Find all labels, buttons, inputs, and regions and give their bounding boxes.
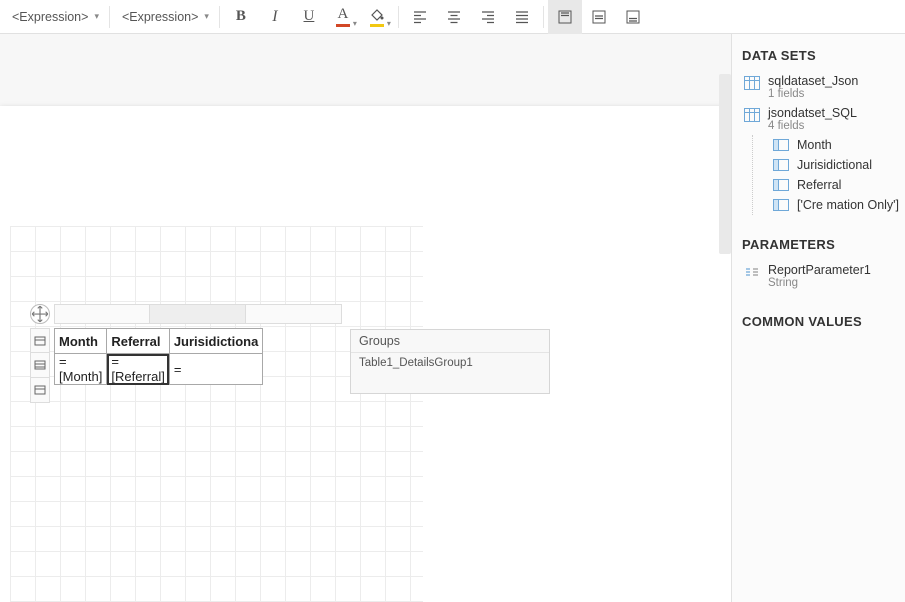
field-name: Month [797,138,832,152]
chevron-down-icon: ▾ [353,19,357,28]
column-selector[interactable] [246,304,342,324]
datasets-section-title: DATA SETS [742,48,897,63]
bold-icon: B [236,8,246,25]
move-handle[interactable] [30,304,50,324]
font-size-select[interactable]: <Expression> ▾ [114,4,215,30]
align-right-button[interactable] [471,0,505,34]
cell-expression: = [174,362,182,377]
design-canvas[interactable]: Month Referral Jurisidictiona =[Month] =… [0,34,731,602]
valign-top-icon [557,9,573,25]
field-name: Referral [797,178,841,192]
vertical-scrollbar[interactable] [719,74,731,254]
cell-expression: =[Referral] [111,354,164,384]
valign-middle-button[interactable] [582,0,616,34]
font-family-value: <Expression> [12,10,88,24]
underline-button[interactable]: U [292,0,326,34]
align-justify-button[interactable] [505,0,539,34]
data-cell[interactable]: =[Month] [55,354,107,385]
dataset-item[interactable]: sqldataset_Json 1 fields [742,71,897,103]
header-text: Referral [111,334,160,349]
parameter-item[interactable]: ReportParameter1 String [742,260,897,292]
align-justify-icon [514,9,530,25]
row-selector[interactable] [30,328,50,353]
field-item[interactable]: Referral [753,175,897,195]
header-cell[interactable]: Referral [107,329,169,354]
groups-panel: Groups Table1_DetailsGroup1 [350,329,550,394]
separator [543,6,544,28]
dataset-fieldcount: 1 fields [768,88,858,100]
report-table: Month Referral Jurisidictiona =[Month] =… [54,328,263,385]
right-sidebar: DATA SETS sqldataset_Json 1 fields jsond… [731,34,905,602]
font-family-select[interactable]: <Expression> ▾ [4,4,105,30]
align-center-icon [446,9,462,25]
align-right-icon [480,9,496,25]
move-icon [31,305,49,323]
field-icon [773,159,789,171]
italic-icon: I [272,8,277,26]
field-name: Jurisidictional [797,158,872,172]
chevron-down-icon: ▾ [94,11,99,22]
data-cell[interactable]: = [169,354,263,385]
underline-icon: U [304,8,315,25]
common-values-section-title: COMMON VALUES [742,314,897,329]
separator [398,6,399,28]
fill-color-icon [370,7,384,27]
dataset-name: sqldataset_Json [768,74,858,88]
column-selector[interactable] [54,304,150,324]
group-item[interactable]: Table1_DetailsGroup1 [359,357,541,369]
chevron-down-icon: ▾ [387,19,391,28]
header-cell[interactable]: Month [55,329,107,354]
parameter-name: ReportParameter1 [768,263,871,277]
formatting-toolbar: <Expression> ▾ <Expression> ▾ B I U A ▾ … [0,0,905,34]
parameters-section-title: PARAMETERS [742,237,897,252]
row-selectors [30,328,50,403]
header-text: Month [59,334,98,349]
separator [109,6,110,28]
valign-top-button[interactable] [548,0,582,34]
column-selectors [54,304,342,328]
font-size-value: <Expression> [122,10,198,24]
chevron-down-icon: ▾ [204,11,209,22]
valign-bottom-icon [625,9,641,25]
field-icon [773,199,789,211]
valign-bottom-button[interactable] [616,0,650,34]
fill-color-button[interactable]: ▾ [360,0,394,34]
cell-expression: =[Month] [59,354,102,384]
font-color-icon: A [336,6,350,27]
field-icon [773,139,789,151]
bold-button[interactable]: B [224,0,258,34]
separator [219,6,220,28]
dataset-fieldcount: 4 fields [768,120,857,132]
parameter-type: String [768,277,871,289]
groups-panel-title: Groups [351,330,549,353]
valign-middle-icon [591,9,607,25]
field-item[interactable]: ['Cre mation Only'] [753,195,897,215]
align-left-button[interactable] [403,0,437,34]
field-name: ['Cre mation Only'] [797,198,899,212]
field-item[interactable]: Jurisidictional [753,155,897,175]
header-cell[interactable]: Jurisidictiona [169,329,263,354]
align-left-icon [412,9,428,25]
dataset-icon [744,76,760,90]
column-selector[interactable] [150,304,246,324]
row-selector[interactable] [30,353,50,378]
align-center-button[interactable] [437,0,471,34]
data-cell-selected[interactable]: =[Referral] [107,354,169,385]
dataset-icon [744,108,760,122]
field-icon [773,179,789,191]
field-item[interactable]: Month [753,135,897,155]
row-selector[interactable] [30,378,50,403]
italic-button[interactable]: I [258,0,292,34]
parameter-icon [744,265,760,279]
dataset-name: jsondatset_SQL [768,106,857,120]
dataset-item[interactable]: jsondatset_SQL 4 fields [742,103,897,135]
font-color-button[interactable]: A ▾ [326,0,360,34]
header-text: Jurisidictiona [174,334,259,349]
